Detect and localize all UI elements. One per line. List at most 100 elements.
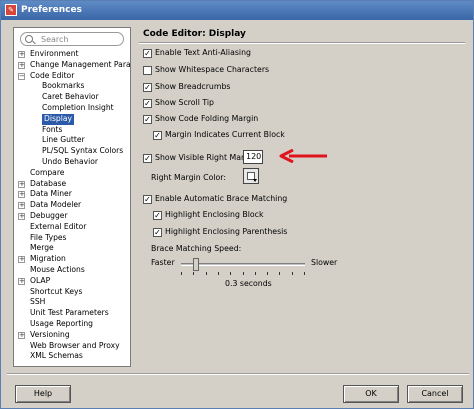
tree-item[interactable]: + Environment <box>16 49 130 60</box>
tree-item[interactable]: − Code Editor <box>16 70 130 82</box>
app-icon: ✎ <box>5 4 17 16</box>
tree-item[interactable]: Shortcut Keys <box>16 287 130 298</box>
tree-item[interactable]: Compare <box>16 167 130 179</box>
option-label: Margin Indicates Current Block <box>165 130 285 139</box>
tree-item[interactable]: XML Schemas <box>16 351 130 362</box>
checkbox[interactable] <box>143 115 152 124</box>
help-button[interactable]: Help <box>15 385 71 403</box>
tree-item[interactable]: Fonts <box>16 124 130 136</box>
tree-item-label: Merge <box>30 243 54 253</box>
tree-item[interactable]: Unit Test Parameters <box>16 308 130 319</box>
tree-item[interactable]: External Editor <box>16 221 130 233</box>
expand-icon[interactable]: + <box>18 180 25 188</box>
tree-item-label: Mouse Actions <box>30 264 85 274</box>
expand-icon[interactable]: + <box>18 51 25 58</box>
tree-item-label: Web Browser and Proxy <box>30 340 120 350</box>
expand-icon[interactable]: + <box>18 61 25 69</box>
brace-speed-slider-track[interactable] <box>181 263 305 266</box>
expand-icon[interactable]: + <box>18 256 25 264</box>
tree-item[interactable]: Completion Insight <box>16 103 130 114</box>
cancel-button[interactable]: Cancel <box>407 385 463 403</box>
tree-item-label: Environment <box>30 49 79 58</box>
tree-item-label: External Editor <box>30 221 87 231</box>
tree-item[interactable]: Caret Behavior <box>16 92 130 103</box>
tree-item[interactable]: + Data Modeler <box>16 200 130 211</box>
tree-item[interactable]: + OLAP <box>16 276 130 287</box>
search-input[interactable]: Search <box>20 32 124 46</box>
tree-item[interactable]: + Data Miner <box>16 189 130 200</box>
tree-item[interactable]: SSH <box>16 297 130 308</box>
tree-item[interactable]: Bookmarks <box>16 81 130 92</box>
slider-tick <box>267 272 268 275</box>
option-label: Enable Automatic Brace Matching <box>155 194 288 203</box>
tree-item[interactable]: PL/SQL Syntax Colors <box>16 146 130 157</box>
expand-icon[interactable]: + <box>18 331 25 339</box>
checkbox[interactable] <box>153 131 162 140</box>
tree-item[interactable]: Undo Behavior <box>16 157 130 168</box>
tree-item[interactable]: + Change Management Parameters <box>16 59 131 71</box>
tree-item-label: File Types <box>30 232 67 242</box>
checkbox[interactable] <box>153 228 162 237</box>
checkbox[interactable] <box>143 83 152 92</box>
tree-item-label: Fonts <box>42 124 63 134</box>
option-label: Show Whitespace Characters <box>155 65 270 74</box>
slider-tick <box>243 272 244 275</box>
settings-panel: Code Editor: Display Enable Text Anti-Al… <box>139 27 465 367</box>
tree-item[interactable]: + Debugger <box>16 210 130 222</box>
tree-item-label: Debugger <box>30 210 68 220</box>
brace-speed-slider-thumb[interactable] <box>193 258 199 271</box>
tree-item[interactable]: Usage Reporting <box>16 319 130 330</box>
search-icon <box>25 35 33 43</box>
tree-item-label: Data Modeler <box>30 200 82 210</box>
tree-item[interactable]: + Versioning <box>16 329 130 341</box>
slider-value-label: 0.3 seconds <box>225 279 272 288</box>
option-label: Show Code Folding Margin <box>155 114 259 123</box>
checkbox[interactable] <box>143 66 152 75</box>
option-label: Highlight Enclosing Block <box>165 210 264 219</box>
option-label: Show Visible Right Margin <box>155 153 257 162</box>
brace-speed-label: Brace Matching Speed: <box>151 244 242 253</box>
window-title: Preferences <box>21 5 82 15</box>
right-margin-color-button[interactable] <box>243 168 259 184</box>
option-label: Show Breadcrumbs <box>155 82 231 91</box>
footer-divider <box>7 373 469 375</box>
slider-min-label: Faster <box>151 258 175 267</box>
slider-tick <box>279 272 280 275</box>
tree-item[interactable]: + Database <box>16 179 130 190</box>
option-label: Highlight Enclosing Parenthesis <box>165 227 288 236</box>
tree-item[interactable]: + Migration <box>16 254 130 265</box>
tree-item-label: Change Management Parameters <box>30 59 131 69</box>
preferences-window: ✎ Preferences Search + Environment + Change… <box>0 0 474 409</box>
tree-item[interactable]: Merge <box>16 243 130 254</box>
slider-tick <box>193 272 194 275</box>
tree-item-label: Unit Test Parameters <box>30 308 109 318</box>
tree-item[interactable]: Web Browser and Proxy <box>16 340 130 352</box>
preferences-tree-panel: Search + Environment + Change Management Pa… <box>13 27 131 367</box>
tree-item-label: Line Gutter <box>42 135 85 145</box>
checkbox[interactable] <box>143 99 152 108</box>
expand-icon[interactable]: + <box>18 202 25 210</box>
tree-item-label: Versioning <box>30 329 70 339</box>
checkbox[interactable] <box>143 154 152 163</box>
tree-item-label: Data Miner <box>30 189 72 199</box>
expand-icon[interactable]: + <box>18 277 25 285</box>
tree-item[interactable]: File Types <box>16 232 130 244</box>
dropdown-arrow-icon <box>253 179 257 182</box>
preferences-tree: + Environment + Change Management Parameter… <box>16 49 131 362</box>
collapse-icon[interactable]: − <box>18 72 25 80</box>
tree-item-label: Code Editor <box>30 70 75 80</box>
checkbox[interactable] <box>143 49 152 58</box>
tree-item-label: Caret Behavior <box>42 92 99 102</box>
checkbox[interactable] <box>143 195 152 204</box>
right-margin-input[interactable]: 120 <box>243 150 263 164</box>
tree-item[interactable]: Display <box>16 113 130 125</box>
ok-button[interactable]: OK <box>343 385 399 403</box>
right-margin-color-label: Right Margin Color: <box>151 173 226 182</box>
tree-item[interactable]: Line Gutter <box>16 135 130 146</box>
tree-item-label: Compare <box>30 167 65 177</box>
slider-tick <box>304 272 305 275</box>
expand-icon[interactable]: + <box>18 191 25 199</box>
tree-item[interactable]: Mouse Actions <box>16 264 130 276</box>
expand-icon[interactable]: + <box>18 212 25 220</box>
checkbox[interactable] <box>153 211 162 220</box>
